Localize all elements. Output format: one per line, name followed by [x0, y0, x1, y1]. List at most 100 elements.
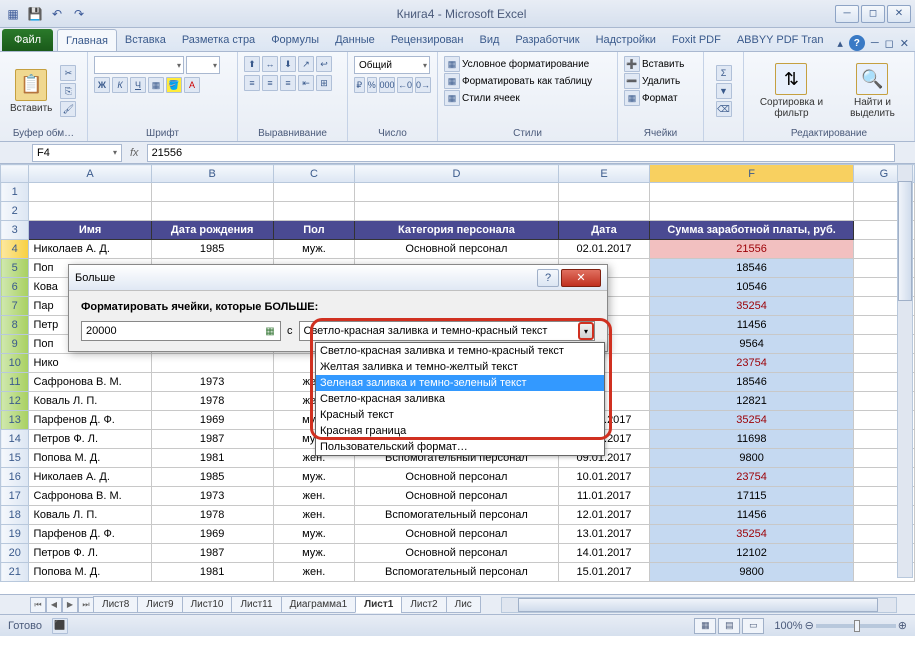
macro-record-icon[interactable]: ⬛	[52, 618, 68, 634]
cell-name[interactable]: Нико	[29, 354, 151, 373]
sheet-tab-Лист10[interactable]: Лист10	[182, 596, 233, 613]
comma-icon[interactable]: 000	[379, 77, 395, 93]
dialog-close-button[interactable]: ✕	[561, 269, 601, 287]
redo-icon[interactable]: ↷	[70, 5, 88, 23]
close-button[interactable]: ✕	[887, 5, 911, 23]
find-select-button[interactable]: 🔍 Найти и выделить	[837, 56, 908, 126]
cell-date[interactable]: 10.01.2017	[558, 468, 650, 487]
save-icon[interactable]: 💾	[26, 5, 44, 23]
cell-dob[interactable]: 1981	[151, 449, 273, 468]
col-header-C[interactable]: C	[273, 165, 354, 183]
tab-abbyy pdf tran[interactable]: ABBYY PDF Tran	[729, 29, 832, 51]
autosum-icon[interactable]: Σ	[716, 65, 732, 81]
cell-dob[interactable]: 1987	[151, 544, 273, 563]
tab-рецензирован[interactable]: Рецензирован	[383, 29, 472, 51]
fx-icon[interactable]: fx	[130, 147, 139, 159]
cell-salary[interactable]: 9800	[650, 449, 854, 468]
cell-salary[interactable]: 11698	[650, 430, 854, 449]
cell-name[interactable]: Петров Ф. Л.	[29, 430, 151, 449]
cell-date[interactable]: 02.01.2017	[558, 240, 650, 259]
cell-salary[interactable]: 11456	[650, 316, 854, 335]
cell[interactable]	[273, 183, 354, 202]
paste-button[interactable]: 📋 Вставить	[6, 56, 56, 126]
underline-icon[interactable]: Ч	[130, 77, 146, 93]
cell[interactable]	[29, 183, 151, 202]
fill-color-icon[interactable]: 🪣	[166, 77, 182, 93]
align-middle-icon[interactable]: ↔	[262, 56, 278, 72]
row-header-12[interactable]: 12	[1, 392, 29, 411]
cell-dob[interactable]	[151, 354, 273, 373]
tab-foxit pdf[interactable]: Foxit PDF	[664, 29, 729, 51]
table-header[interactable]: Дата рождения	[151, 221, 273, 240]
cell-name[interactable]: Петров Ф. Л.	[29, 544, 151, 563]
col-header-E[interactable]: E	[558, 165, 650, 183]
cell-name[interactable]: Николаев А. Д.	[29, 468, 151, 487]
cell-salary[interactable]: 17115	[650, 487, 854, 506]
cell[interactable]	[355, 202, 559, 221]
sheet-tab-Лис[interactable]: Лис	[446, 596, 481, 613]
tab-вставка[interactable]: Вставка	[117, 29, 174, 51]
copy-icon[interactable]: ⎘	[60, 83, 76, 99]
cell-styles-button[interactable]: ▦Стили ячеек	[444, 90, 611, 106]
cell-dob[interactable]: 1969	[151, 411, 273, 430]
align-right-icon[interactable]: ≡	[280, 75, 296, 91]
cell-dob[interactable]: 1987	[151, 430, 273, 449]
sheet-next-button[interactable]: ▶	[62, 597, 78, 613]
cell-sex[interactable]: муж.	[273, 468, 354, 487]
cell[interactable]	[355, 183, 559, 202]
tab-разработчик[interactable]: Разработчик	[507, 29, 587, 51]
tab-главная[interactable]: Главная	[57, 29, 117, 51]
cell[interactable]	[558, 202, 650, 221]
cell[interactable]	[151, 202, 273, 221]
row-header-20[interactable]: 20	[1, 544, 29, 563]
delete-cells-button[interactable]: ➖Удалить	[624, 73, 697, 89]
doc-minimize-icon[interactable]: ─	[871, 37, 879, 49]
row-header-21[interactable]: 21	[1, 563, 29, 582]
cell[interactable]	[151, 183, 273, 202]
row-header-8[interactable]: 8	[1, 316, 29, 335]
format-select[interactable]: Светло-красная заливка и темно-красный т…	[299, 321, 596, 341]
col-header-A[interactable]: A	[29, 165, 151, 183]
cell-salary[interactable]: 18546	[650, 373, 854, 392]
cell-salary[interactable]: 35254	[650, 297, 854, 316]
cell-cat[interactable]: Основной персонал	[355, 544, 559, 563]
cell-dob[interactable]: 1985	[151, 240, 273, 259]
font-color-icon[interactable]: A	[184, 77, 200, 93]
cell-name[interactable]: Парфенов Д. Ф.	[29, 411, 151, 430]
align-top-icon[interactable]: ⬆	[244, 56, 260, 72]
sheet-prev-button[interactable]: ◀	[46, 597, 62, 613]
cell-cat[interactable]: Основной персонал	[355, 240, 559, 259]
col-header-B[interactable]: B	[151, 165, 273, 183]
cell-dob[interactable]: 1981	[151, 563, 273, 582]
page-break-button[interactable]: ▭	[742, 618, 764, 634]
align-bottom-icon[interactable]: ⬇	[280, 56, 296, 72]
cell-name[interactable]: Коваль Л. П.	[29, 392, 151, 411]
minimize-button[interactable]: ─	[835, 5, 859, 23]
row-header-10[interactable]: 10	[1, 354, 29, 373]
cell-name[interactable]: Коваль Л. П.	[29, 506, 151, 525]
cell-sex[interactable]: жен.	[273, 563, 354, 582]
number-format-combo[interactable]: Общий	[354, 56, 430, 74]
insert-cells-button[interactable]: ➕Вставить	[624, 56, 697, 72]
cell-name[interactable]: Сафронова В. М.	[29, 487, 151, 506]
cell-salary[interactable]: 9564	[650, 335, 854, 354]
tab-данные[interactable]: Данные	[327, 29, 383, 51]
cell-sex[interactable]: жен.	[273, 487, 354, 506]
dropdown-option[interactable]: Желтая заливка и темно-желтый текст	[316, 359, 604, 375]
cell-sex[interactable]: муж.	[273, 544, 354, 563]
col-header-D[interactable]: D	[355, 165, 559, 183]
format-cells-button[interactable]: ▦Формат	[624, 90, 697, 106]
orientation-icon[interactable]: ↗	[298, 56, 314, 72]
cell-name[interactable]: Николаев А. Д.	[29, 240, 151, 259]
align-center-icon[interactable]: ≡	[262, 75, 278, 91]
cell-salary[interactable]: 18546	[650, 259, 854, 278]
tab-надстройки[interactable]: Надстройки	[588, 29, 664, 51]
dropdown-option[interactable]: Красный текст	[316, 407, 604, 423]
table-header[interactable]: Категория персонала	[355, 221, 559, 240]
cell-date[interactable]: 11.01.2017	[558, 487, 650, 506]
row-header-2[interactable]: 2	[1, 202, 29, 221]
table-header[interactable]: Имя	[29, 221, 151, 240]
sort-filter-button[interactable]: ⇅ Сортировка и фильтр	[750, 56, 833, 126]
cell-salary[interactable]: 12102	[650, 544, 854, 563]
cell-dob[interactable]: 1973	[151, 487, 273, 506]
